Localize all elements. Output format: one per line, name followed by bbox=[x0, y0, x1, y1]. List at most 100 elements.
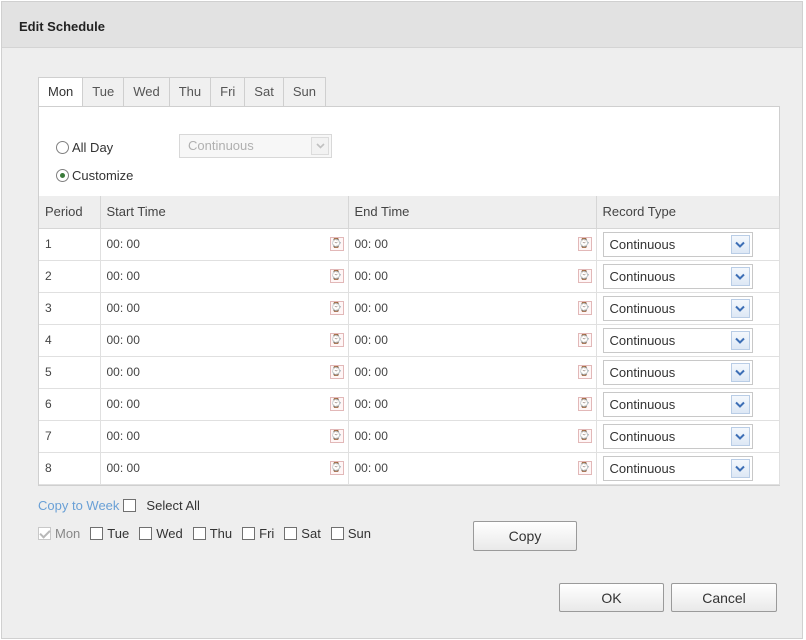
end-time-input[interactable]: 00: 00 ⌚ bbox=[348, 420, 597, 453]
customize-option[interactable]: Customize bbox=[56, 168, 133, 183]
copy-day-tue[interactable]: Tue bbox=[90, 526, 129, 541]
chevron-down-icon[interactable] bbox=[730, 394, 750, 414]
customize-radio[interactable] bbox=[56, 169, 69, 182]
chevron-down-icon[interactable] bbox=[730, 362, 750, 382]
end-time-input[interactable]: 00: 00 ⌚ bbox=[348, 228, 597, 261]
table-row: 6 00: 00 ⌚ 00: 00 ⌚ Continuous bbox=[39, 388, 780, 421]
start-time-input[interactable]: 00: 00 ⌚ bbox=[100, 228, 349, 261]
clock-icon[interactable]: ⌚ bbox=[577, 364, 592, 379]
record-type-cell: Continuous bbox=[596, 388, 780, 421]
chevron-down-icon[interactable] bbox=[730, 426, 750, 446]
copy-day-checkbox bbox=[38, 527, 51, 540]
copy-day-checkbox[interactable] bbox=[242, 527, 256, 540]
end-time-input[interactable]: 00: 00 ⌚ bbox=[348, 260, 597, 293]
end-time-header: End Time bbox=[348, 196, 597, 229]
schedule-panel: All Day Continuous Customize Period Star… bbox=[38, 106, 780, 486]
copy-day-wed[interactable]: Wed bbox=[139, 526, 183, 541]
ok-button[interactable]: OK bbox=[559, 583, 664, 612]
chevron-down-icon[interactable] bbox=[730, 458, 750, 478]
clock-icon[interactable]: ⌚ bbox=[577, 428, 592, 443]
period-cell: 3 bbox=[39, 292, 101, 325]
customize-label: Customize bbox=[72, 168, 134, 183]
record-type-select[interactable]: Continuous bbox=[602, 295, 753, 321]
start-time-input[interactable]: 00: 00 ⌚ bbox=[100, 420, 349, 453]
cancel-button[interactable]: Cancel bbox=[671, 583, 777, 612]
record-type-select[interactable]: Continuous bbox=[602, 231, 753, 257]
copy-day-checkbox[interactable] bbox=[139, 527, 153, 540]
chevron-down-icon[interactable] bbox=[730, 298, 750, 318]
copy-day-fri[interactable]: Fri bbox=[242, 526, 274, 541]
end-time-input[interactable]: 00: 00 ⌚ bbox=[348, 292, 597, 325]
record-type-select[interactable]: Continuous bbox=[602, 327, 753, 353]
clock-icon[interactable]: ⌚ bbox=[577, 332, 592, 347]
copy-day-checkbox[interactable] bbox=[284, 527, 298, 540]
clock-icon[interactable]: ⌚ bbox=[329, 332, 344, 347]
start-time-input[interactable]: 00: 00 ⌚ bbox=[100, 452, 349, 485]
copy-days-row: Mon Tue Wed Thu Fri Sat Sun bbox=[38, 526, 381, 541]
record-type-select[interactable]: Continuous bbox=[602, 263, 753, 289]
tab-fri[interactable]: Fri bbox=[211, 77, 246, 107]
clock-icon[interactable]: ⌚ bbox=[329, 268, 344, 283]
record-type-cell: Continuous bbox=[596, 292, 780, 325]
clock-icon[interactable]: ⌚ bbox=[329, 364, 344, 379]
clock-icon[interactable]: ⌚ bbox=[577, 268, 592, 283]
record-type-select[interactable]: Continuous bbox=[602, 423, 753, 449]
record-type-value: Continuous bbox=[609, 268, 676, 284]
copy-button[interactable]: Copy bbox=[473, 521, 577, 551]
chevron-down-icon[interactable] bbox=[730, 330, 750, 350]
end-time-input[interactable]: 00: 00 ⌚ bbox=[348, 452, 597, 485]
tab-mon[interactable]: Mon bbox=[38, 77, 84, 107]
tab-sat[interactable]: Sat bbox=[245, 77, 284, 107]
all-day-option[interactable]: All Day bbox=[56, 140, 113, 155]
record-type-cell: Continuous bbox=[596, 420, 780, 453]
clock-icon[interactable]: ⌚ bbox=[577, 236, 592, 251]
end-time-input[interactable]: 00: 00 ⌚ bbox=[348, 356, 597, 389]
chevron-down-icon[interactable] bbox=[730, 234, 750, 254]
copy-day-label: Sat bbox=[301, 526, 321, 541]
record-type-select[interactable]: Continuous bbox=[602, 455, 753, 481]
tab-sun[interactable]: Sun bbox=[283, 77, 326, 107]
record-type-select[interactable]: Continuous bbox=[602, 391, 753, 417]
copy-to-week-link[interactable]: Copy to Week bbox=[38, 498, 119, 513]
start-time-value: 00: 00 bbox=[106, 429, 140, 443]
start-time-input[interactable]: 00: 00 ⌚ bbox=[100, 260, 349, 293]
record-type-select[interactable]: Continuous bbox=[602, 359, 753, 385]
clock-icon[interactable]: ⌚ bbox=[329, 236, 344, 251]
dialog-title: Edit Schedule bbox=[2, 2, 802, 48]
end-time-value: 00: 00 bbox=[354, 269, 388, 283]
table-row: 3 00: 00 ⌚ 00: 00 ⌚ Continuous bbox=[39, 292, 780, 325]
end-time-input[interactable]: 00: 00 ⌚ bbox=[348, 324, 597, 357]
copy-day-thu[interactable]: Thu bbox=[192, 526, 232, 541]
tab-thu[interactable]: Thu bbox=[169, 77, 212, 107]
chevron-down-icon[interactable] bbox=[730, 266, 750, 286]
record-type-cell: Continuous bbox=[596, 356, 780, 389]
start-time-input[interactable]: 00: 00 ⌚ bbox=[100, 324, 349, 357]
record-type-cell: Continuous bbox=[596, 228, 780, 261]
all-day-radio[interactable] bbox=[56, 141, 69, 154]
start-time-input[interactable]: 00: 00 ⌚ bbox=[100, 356, 349, 389]
table-header-row: Period Start Time End Time Record Type bbox=[39, 196, 780, 229]
period-header: Period bbox=[39, 196, 101, 229]
clock-icon[interactable]: ⌚ bbox=[329, 428, 344, 443]
clock-icon[interactable]: ⌚ bbox=[329, 300, 344, 315]
start-time-input[interactable]: 00: 00 ⌚ bbox=[100, 292, 349, 325]
start-time-value: 00: 00 bbox=[106, 461, 140, 475]
copy-day-checkbox[interactable] bbox=[192, 527, 206, 540]
clock-icon[interactable]: ⌚ bbox=[329, 396, 344, 411]
copy-day-checkbox[interactable] bbox=[90, 527, 104, 540]
clock-icon[interactable]: ⌚ bbox=[577, 300, 592, 315]
copy-day-checkbox[interactable] bbox=[330, 527, 344, 540]
tab-tue[interactable]: Tue bbox=[83, 77, 125, 107]
select-all-checkbox[interactable] bbox=[123, 499, 137, 512]
clock-icon[interactable]: ⌚ bbox=[329, 460, 344, 475]
tab-wed[interactable]: Wed bbox=[124, 77, 170, 107]
clock-icon[interactable]: ⌚ bbox=[577, 460, 592, 475]
record-type-value: Continuous bbox=[609, 364, 676, 380]
copy-day-sun[interactable]: Sun bbox=[330, 526, 371, 541]
table-row: 1 00: 00 ⌚ 00: 00 ⌚ Continuous bbox=[39, 228, 780, 261]
copy-day-sat[interactable]: Sat bbox=[284, 526, 321, 541]
start-time-input[interactable]: 00: 00 ⌚ bbox=[100, 388, 349, 421]
record-type-value: Continuous bbox=[609, 332, 676, 348]
end-time-input[interactable]: 00: 00 ⌚ bbox=[348, 388, 597, 421]
clock-icon[interactable]: ⌚ bbox=[577, 396, 592, 411]
